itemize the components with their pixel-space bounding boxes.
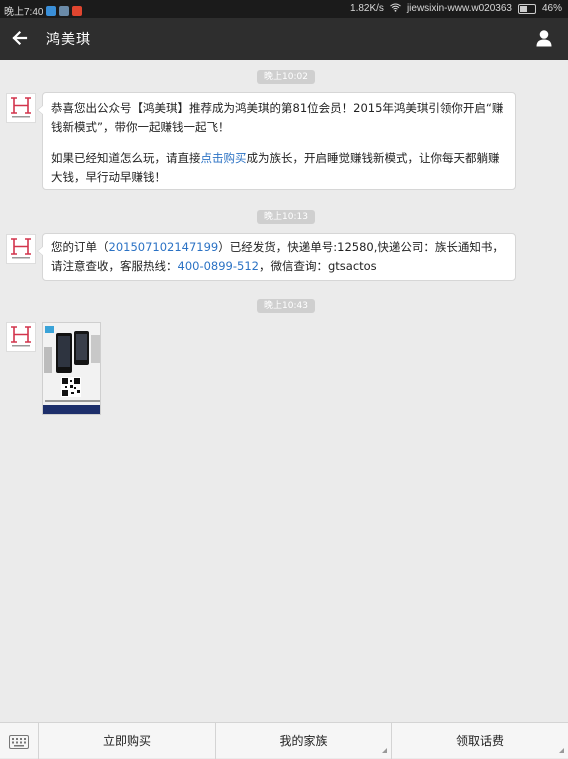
menu-my-family[interactable]: 我的家族: [216, 723, 391, 759]
hotline-link[interactable]: 400-0899-512: [178, 259, 259, 273]
submenu-indicator-icon: [382, 748, 387, 753]
status-time: 晚上7:40: [4, 7, 44, 18]
message-timestamp: 晚上10:43: [257, 299, 315, 313]
menu-label: 领取话费: [455, 734, 504, 748]
message-bubble: 您的订单（201507102147199）已经发货，快递单号:12580,快递公…: [37, 233, 516, 281]
buy-link[interactable]: 点击购买: [201, 151, 247, 165]
avatar[interactable]: [6, 322, 36, 352]
brand-logo-icon: [11, 97, 31, 118]
brand-logo-icon: [11, 326, 31, 347]
chat-title: 鸿美琪: [46, 32, 91, 48]
user-profile-icon[interactable]: [534, 28, 554, 48]
bottom-menu: 立即购买 我的家族 领取话费: [0, 722, 568, 759]
wifi-name: jiewsixin-www.w020363: [406, 3, 512, 14]
message-timestamp: 晚上10:13: [257, 210, 315, 224]
message-text-part: 您的订单（: [51, 240, 109, 254]
message-text-part: ，微信查询：gtsactos: [258, 259, 377, 273]
avatar[interactable]: [6, 93, 36, 123]
app-notification-icon: [59, 5, 70, 16]
order-number-link[interactable]: 201507102147199: [109, 240, 219, 254]
brand-logo-icon: [11, 238, 31, 259]
message-text: 您的订单（201507102147199）已经发货，快递单号:12580,快递公…: [51, 238, 507, 276]
message-bubble: 恭喜您出公众号【鸿美琪】推荐成为鸿美琪的第81位会员！2015年鸿美琪引领你开启…: [37, 92, 516, 190]
app-notification-icon: [46, 5, 57, 16]
network-speed: 1.82K/s: [350, 3, 384, 14]
message-text-part: 如果已经知道怎么玩，请直接: [51, 151, 201, 165]
poster-image: [43, 323, 100, 414]
message-text: 如果已经知道怎么玩，请直接点击购买成为族长，开启睡觉赚钱新模式，让你每天都躺赚大…: [51, 149, 507, 187]
wifi-icon: [390, 3, 401, 14]
submenu-indicator-icon: [559, 748, 564, 753]
menu-buy-now[interactable]: 立即购买: [39, 723, 215, 759]
message-text: 恭喜您出公众号【鸿美琪】推荐成为鸿美琪的第81位会员！2015年鸿美琪引领你开启…: [51, 101, 504, 134]
title-bar: 鸿美琪: [0, 18, 568, 60]
image-message-poster[interactable]: [42, 322, 101, 415]
message-timestamp: 晚上10:02: [257, 70, 315, 84]
keyboard-toggle-icon[interactable]: [9, 734, 29, 749]
menu-label: 我的家族: [279, 734, 328, 748]
app-notification-icon: [72, 5, 83, 16]
battery-icon: [517, 3, 536, 14]
menu-get-credit[interactable]: 领取话费: [392, 723, 568, 759]
menu-label: 立即购买: [102, 734, 151, 748]
avatar[interactable]: [6, 234, 36, 264]
back-arrow-icon[interactable]: [10, 28, 30, 48]
status-bar: 晚上7:40 1.82K/s jiewsixin-www.w020363 46%: [0, 0, 568, 18]
battery-level: 46%: [541, 3, 562, 14]
